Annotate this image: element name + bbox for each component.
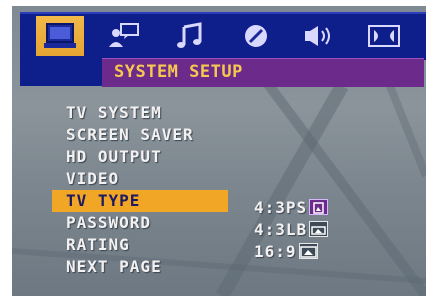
menu-item-label: TV SYSTEM [66, 103, 162, 122]
monitor-icon [44, 23, 76, 48]
menu-item-label: VIDEO [66, 169, 120, 188]
tab-dolby[interactable] [360, 16, 408, 56]
menu-item-label: RATING [66, 235, 130, 254]
tab-system[interactable] [36, 16, 84, 56]
disc-icon [245, 25, 267, 47]
tab-audio[interactable] [166, 16, 214, 56]
menu-item-screen-saver[interactable]: SCREEN SAVER [52, 124, 228, 146]
menu-item-tv-type[interactable]: TV TYPE [52, 190, 228, 212]
tab-language[interactable] [100, 16, 148, 56]
lb-aspect-icon [309, 221, 329, 237]
option-4-3-lb[interactable]: 4:3LB [254, 218, 329, 240]
user-speech-icon [109, 23, 139, 47]
menu-item-label: PASSWORD [66, 213, 152, 232]
option-label: 4:3LB [254, 219, 308, 239]
menu-item-label: SCREEN SAVER [66, 125, 194, 144]
speaker-icon [305, 26, 330, 46]
tv-screen: SYSTEM SETUP TV SYSTEM SCREEN SAVER HD O… [12, 6, 426, 296]
dolby-icon [368, 25, 400, 47]
option-4-3-ps[interactable]: 4:3PS [254, 196, 329, 218]
tab-speaker[interactable] [296, 16, 344, 56]
wide-aspect-icon [298, 243, 318, 259]
menu-item-label: HD OUTPUT [66, 147, 162, 166]
menu-item-hd-output[interactable]: HD OUTPUT [52, 146, 228, 168]
setup-menu: TV SYSTEM SCREEN SAVER HD OUTPUT VIDEO T… [52, 102, 228, 278]
menu-item-password[interactable]: PASSWORD [52, 212, 228, 234]
menu-item-next-page[interactable]: NEXT PAGE [52, 256, 228, 278]
menu-item-label: TV TYPE [66, 191, 141, 210]
menu-item-video[interactable]: VIDEO [52, 168, 228, 190]
tab-bar [20, 12, 426, 60]
menu-item-tv-system[interactable]: TV SYSTEM [52, 102, 228, 124]
section-header: SYSTEM SETUP [102, 58, 424, 87]
option-label: 16:9 [254, 241, 297, 261]
tv-type-options: 4:3PS 4:3LB 16:9 [254, 196, 329, 262]
option-16-9[interactable]: 16:9 [254, 240, 328, 262]
page-title: SYSTEM SETUP [114, 62, 243, 82]
ps-aspect-icon [309, 199, 329, 215]
music-note-icon [177, 22, 202, 48]
menu-item-label: NEXT PAGE [66, 257, 162, 276]
tab-video[interactable] [232, 16, 280, 56]
header-spacer [20, 58, 102, 86]
option-label: 4:3PS [254, 197, 308, 217]
menu-item-rating[interactable]: RATING [52, 234, 228, 256]
